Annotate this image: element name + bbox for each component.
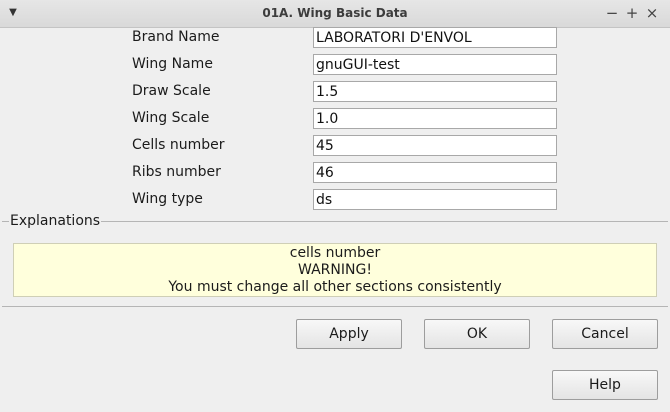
cancel-button[interactable]: Cancel (552, 319, 658, 349)
window-title: 01A. Wing Basic Data (262, 6, 408, 20)
title-bar[interactable]: ▼ 01A. Wing Basic Data − + × (0, 0, 670, 28)
cells-number-label: Cells number (132, 137, 225, 153)
wing-name-input[interactable] (313, 54, 557, 75)
ribs-number-input[interactable] (313, 162, 557, 183)
maximize-icon[interactable]: + (623, 0, 641, 27)
wing-type-input[interactable] (313, 189, 557, 210)
cells-number-input[interactable] (313, 135, 557, 156)
brand-name-input[interactable] (313, 27, 557, 48)
ok-button[interactable]: OK (424, 319, 530, 349)
explanation-box: cells number WARNING! You must change al… (13, 243, 657, 297)
close-icon[interactable]: × (643, 0, 661, 27)
wing-type-label: Wing type (132, 191, 203, 207)
apply-button[interactable]: Apply (296, 319, 402, 349)
ribs-number-label: Ribs number (132, 164, 221, 180)
brand-name-label: Brand Name (132, 29, 220, 45)
explanation-line-3: You must change all other sections consi… (168, 279, 502, 295)
explanation-line-1: cells number (289, 245, 381, 261)
explanations-title: Explanations (9, 212, 102, 230)
wing-scale-input[interactable] (313, 108, 557, 129)
minimize-icon[interactable]: − (603, 0, 621, 27)
draw-scale-input[interactable] (313, 81, 557, 102)
wing-scale-label: Wing Scale (132, 110, 210, 126)
wing-name-label: Wing Name (132, 56, 213, 72)
explanation-line-2: WARNING! (298, 262, 372, 278)
help-button[interactable]: Help (552, 370, 658, 400)
draw-scale-label: Draw Scale (132, 83, 211, 99)
